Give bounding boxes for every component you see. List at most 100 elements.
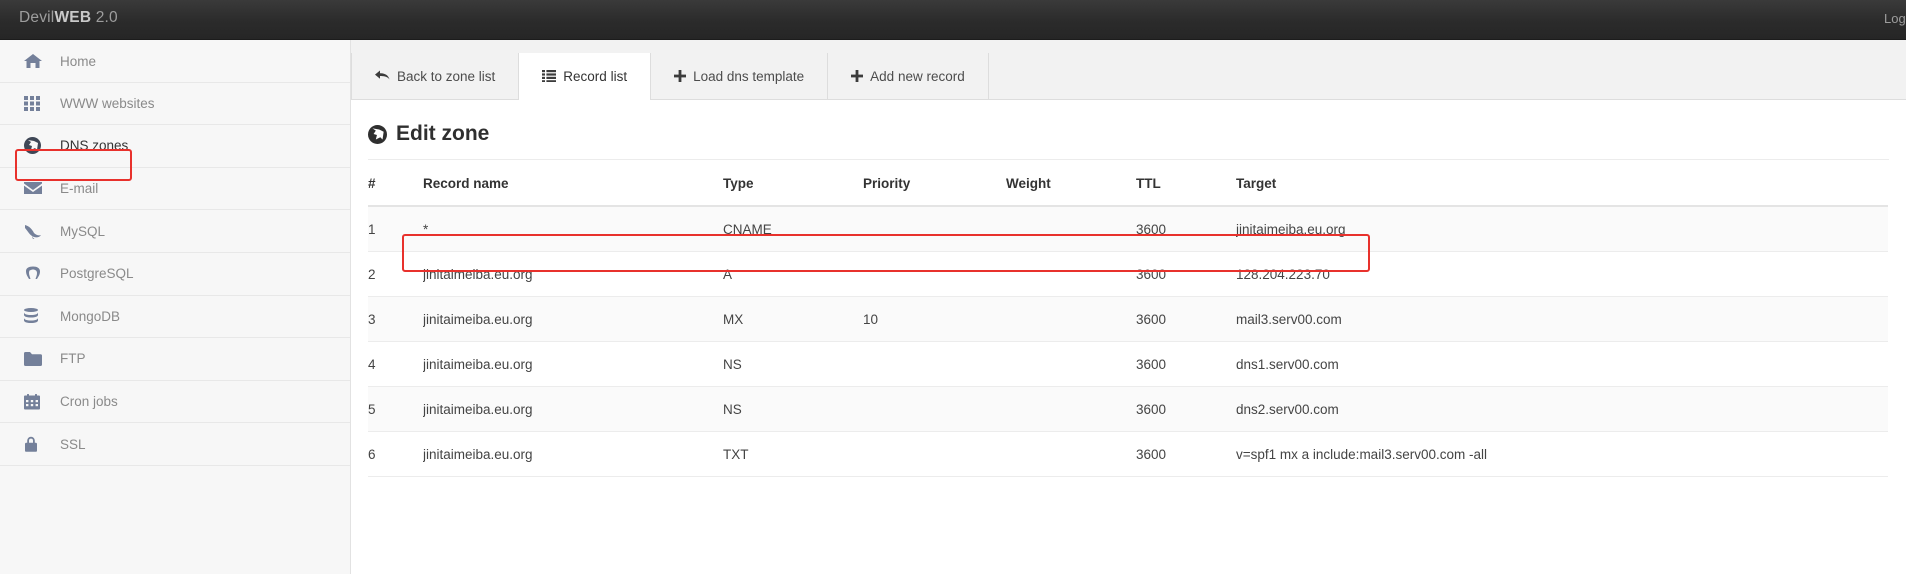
column-header-target: Target [1236, 160, 1888, 206]
tab-record-list[interactable]: Record list [519, 53, 651, 99]
sidebar-item-label: Cron jobs [60, 394, 118, 409]
column-header-priority: Priority [863, 160, 1006, 206]
sidebar-item-label: PostgreSQL [60, 266, 134, 281]
cell-record-name: jinitaimeiba.eu.org [423, 387, 723, 432]
brand-bold: WEB [54, 9, 91, 26]
sidebar-item-label: SSL [60, 437, 86, 452]
column-header-type: Type [723, 160, 863, 206]
cell-ttl: 3600 [1136, 432, 1236, 477]
elephant-icon [24, 264, 50, 284]
plus-icon [674, 70, 686, 82]
folder-icon [24, 349, 50, 369]
cell-priority [863, 387, 1006, 432]
tab-load-dns-template[interactable]: Load dns template [651, 53, 828, 99]
sidebar-item-label: WWW websites [60, 96, 155, 111]
table-row[interactable]: 4 jinitaimeiba.eu.org NS 3600 dns1.serv0… [368, 342, 1888, 387]
page-title: Edit zone [368, 100, 1889, 160]
record-list-panel: Edit zone # Record name Type Priority We… [351, 100, 1906, 574]
sidebar-item-home[interactable]: Home [0, 40, 350, 83]
cell-type: TXT [723, 432, 863, 477]
tab-label: Load dns template [693, 69, 804, 84]
cell-weight [1006, 387, 1136, 432]
cell-priority: 10 [863, 297, 1006, 342]
sidebar-item-ftp[interactable]: FTP [0, 338, 350, 381]
cell-type: NS [723, 342, 863, 387]
cell-number: 6 [368, 432, 423, 477]
tab-add-new-record[interactable]: Add new record [828, 53, 989, 99]
column-header-weight: Weight [1006, 160, 1136, 206]
cell-number: 5 [368, 387, 423, 432]
cell-type: MX [723, 297, 863, 342]
column-header-number: # [368, 160, 423, 206]
cell-ttl: 3600 [1136, 387, 1236, 432]
dns-records-table: # Record name Type Priority Weight TTL T… [368, 160, 1888, 477]
sidebar-item-dns-zones[interactable]: DNS zones [0, 125, 350, 168]
tab-back-to-zone-list[interactable]: Back to zone list [351, 53, 519, 99]
sidebar-item-mongodb[interactable]: MongoDB [0, 296, 350, 339]
sidebar-nav: Home WWW websites DNS zones E-mail MySQL… [0, 40, 351, 574]
cell-record-name: jinitaimeiba.eu.org [423, 297, 723, 342]
sidebar-item-ssl[interactable]: SSL [0, 423, 350, 466]
table-row[interactable]: 6 jinitaimeiba.eu.org TXT 3600 v=spf1 mx… [368, 432, 1888, 477]
sidebar-item-postgresql[interactable]: PostgreSQL [0, 253, 350, 296]
cell-type: NS [723, 387, 863, 432]
cell-weight [1006, 252, 1136, 297]
cell-priority [863, 206, 1006, 252]
app-logo[interactable]: DevilWEB 2.0 [19, 9, 118, 27]
cell-ttl: 3600 [1136, 206, 1236, 252]
column-header-ttl: TTL [1136, 160, 1236, 206]
tab-label: Add new record [870, 69, 965, 84]
plus-icon [851, 70, 863, 82]
tab-label: Record list [563, 69, 627, 84]
cell-type: CNAME [723, 206, 863, 252]
globe-icon [24, 136, 50, 156]
cell-number: 3 [368, 297, 423, 342]
brand-version: 2.0 [96, 9, 118, 26]
cell-target: dns1.serv00.com [1236, 342, 1888, 387]
database-icon [24, 306, 50, 326]
back-arrow-icon [375, 70, 390, 83]
brand-prefix: Devil [19, 9, 54, 26]
globe-icon [368, 125, 387, 144]
table-row[interactable]: 1 * CNAME 3600 jinitaimeiba.eu.org [368, 206, 1888, 252]
sidebar-item-label: MongoDB [60, 309, 120, 324]
cell-record-name: jinitaimeiba.eu.org [423, 342, 723, 387]
sidebar-item-www-websites[interactable]: WWW websites [0, 83, 350, 126]
table-header-row: # Record name Type Priority Weight TTL T… [368, 160, 1888, 206]
table-row[interactable]: 2 jinitaimeiba.eu.org A 3600 128.204.223… [368, 252, 1888, 297]
cell-priority [863, 432, 1006, 477]
cell-ttl: 3600 [1136, 342, 1236, 387]
cell-record-name: jinitaimeiba.eu.org [423, 432, 723, 477]
sidebar-item-label: FTP [60, 351, 86, 366]
list-icon [542, 70, 556, 82]
cell-target: v=spf1 mx a include:mail3.serv00.com -al… [1236, 432, 1888, 477]
cell-target: jinitaimeiba.eu.org [1236, 206, 1888, 252]
table-row[interactable]: 3 jinitaimeiba.eu.org MX 10 3600 mail3.s… [368, 297, 1888, 342]
sidebar-item-label: MySQL [60, 224, 105, 239]
top-header-bar: DevilWEB 2.0 Logout [0, 0, 1906, 40]
cell-weight [1006, 342, 1136, 387]
cell-target: dns2.serv00.com [1236, 387, 1888, 432]
sidebar-item-email[interactable]: E-mail [0, 168, 350, 211]
table-row[interactable]: 5 jinitaimeiba.eu.org NS 3600 dns2.serv0… [368, 387, 1888, 432]
record-tab-bar: Back to zone list Record list Load dns t… [351, 53, 1906, 100]
page-title-text: Edit zone [396, 122, 489, 146]
sidebar-item-label: E-mail [60, 181, 98, 196]
sidebar-item-label: Home [60, 54, 96, 69]
cell-number: 2 [368, 252, 423, 297]
main-content: Back to zone list Record list Load dns t… [351, 40, 1906, 574]
sidebar-item-mysql[interactable]: MySQL [0, 210, 350, 253]
calendar-icon [24, 392, 50, 412]
cell-number: 1 [368, 206, 423, 252]
sidebar-item-cron-jobs[interactable]: Cron jobs [0, 381, 350, 424]
cell-weight [1006, 297, 1136, 342]
cell-priority [863, 252, 1006, 297]
cell-ttl: 3600 [1136, 297, 1236, 342]
logout-link[interactable]: Logout [1884, 11, 1906, 26]
column-header-record-name: Record name [423, 160, 723, 206]
sidebar-item-label: DNS zones [60, 138, 128, 153]
lock-icon [24, 434, 50, 454]
cell-record-name: * [423, 206, 723, 252]
home-icon [24, 51, 50, 71]
tab-label: Back to zone list [397, 69, 495, 84]
